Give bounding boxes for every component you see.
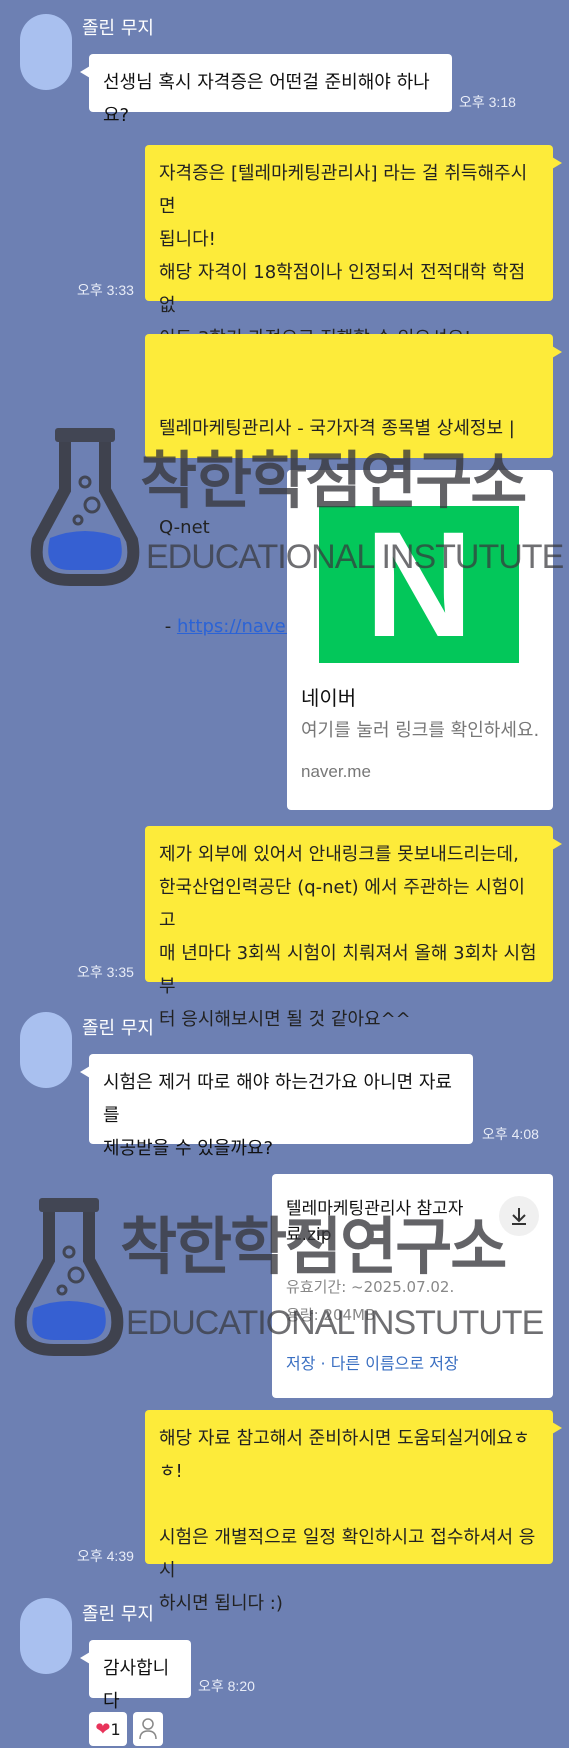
link-preview-card[interactable]: N 네이버 여기를 눌러 링크를 확인하세요. naver.me bbox=[287, 470, 553, 810]
file-size: 용량: 204MB bbox=[286, 1306, 376, 1324]
heart-reaction[interactable]: ❤ 1 bbox=[89, 1712, 127, 1746]
avatar[interactable] bbox=[20, 1598, 72, 1674]
message-time: 오후 3:18 bbox=[459, 94, 516, 110]
message-bubble[interactable]: 감사합니다 bbox=[80, 1640, 191, 1712]
heart-count: 1 bbox=[110, 1719, 121, 1739]
file-expiry: 유효기간: ~2025.07.02. bbox=[286, 1278, 455, 1296]
message-time: 오후 3:33 bbox=[77, 282, 134, 298]
avatar[interactable] bbox=[20, 1012, 72, 1088]
link-card-title: 네이버 bbox=[301, 686, 357, 710]
file-name: 텔레마케팅관리사 참고자 료.zip bbox=[286, 1199, 464, 1245]
link-thumbnail: N bbox=[287, 470, 553, 663]
naver-logo-icon: N bbox=[319, 506, 519, 663]
link-card-domain: naver.me bbox=[301, 762, 371, 781]
message-bubble[interactable]: 선생님 혹시 자격증은 어떤걸 준비해야 하나요? bbox=[80, 54, 452, 126]
sender-name: 졸린 무지 bbox=[82, 1018, 154, 1039]
download-icon[interactable] bbox=[499, 1196, 539, 1236]
link-message-bubble[interactable]: 텔레마케팅관리사 - 국가자격 종목별 상세정보 | Q-net - https… bbox=[145, 334, 562, 637]
heart-icon: ❤ bbox=[95, 1718, 111, 1740]
message-time: 오후 4:08 bbox=[482, 1126, 539, 1142]
link-title: 텔레마케팅관리사 - 국가자격 종목별 상세정보 | bbox=[159, 418, 515, 439]
flask-logo-icon bbox=[30, 428, 140, 586]
avatar[interactable] bbox=[20, 14, 72, 90]
message-bubble[interactable]: 시험은 제거 따로 해야 하는건가요 아니면 자료를 제공받을 수 있을까요? bbox=[80, 1054, 473, 1159]
add-reaction-button[interactable] bbox=[133, 1712, 163, 1746]
message-time: 오후 4:39 bbox=[77, 1548, 134, 1564]
sender-name: 졸린 무지 bbox=[82, 18, 154, 39]
link-prefix: - bbox=[159, 616, 177, 637]
message-time: 오후 3:35 bbox=[77, 964, 134, 980]
message-bubble[interactable]: 해당 자료 참고해서 준비하시면 도움되실거에요ㅎㅎ! 시험은 개별적으로 일정… bbox=[145, 1410, 562, 1614]
message-bubble[interactable]: 자격증은 [텔레마케팅관리사] 라는 걸 취득해주시면 됩니다! 해당 자격이 … bbox=[145, 145, 562, 349]
flask-logo-icon bbox=[14, 1198, 124, 1356]
sender-name: 졸린 무지 bbox=[82, 1604, 154, 1625]
person-icon bbox=[139, 1718, 157, 1740]
file-save-actions[interactable]: 저장 · 다른 이름으로 저장 bbox=[286, 1350, 459, 1374]
link-card-description: 여기를 눌러 링크를 확인하세요. bbox=[301, 720, 540, 741]
file-attachment-card[interactable]: 텔레마케팅관리사 참고자 료.zip 유효기간: ~2025.07.02. 용량… bbox=[272, 1174, 553, 1398]
message-bubble[interactable]: 제가 외부에 있어서 안내링크를 못보내드리는데, 한국산업인력공단 (q-ne… bbox=[145, 826, 562, 1030]
message-time: 오후 8:20 bbox=[198, 1678, 255, 1694]
